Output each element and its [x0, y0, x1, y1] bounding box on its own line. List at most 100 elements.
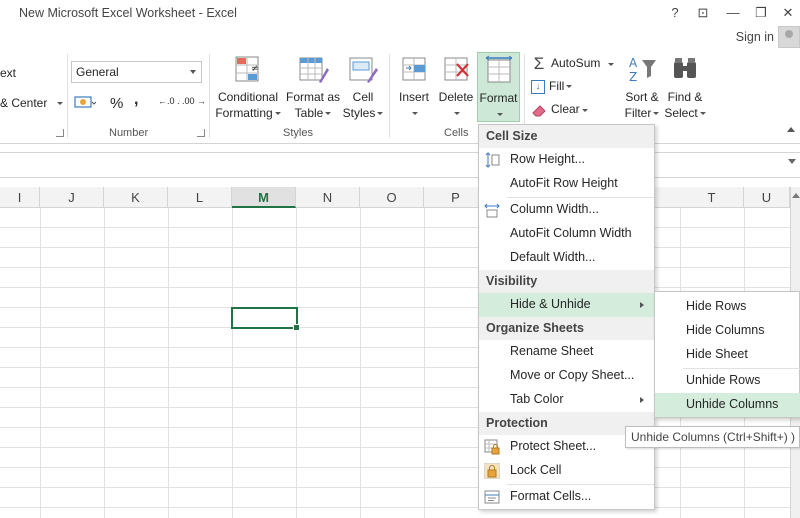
chevron-down-icon [56, 102, 63, 106]
tab-color-item[interactable]: Tab Color [479, 388, 654, 412]
gridline [296, 208, 297, 518]
autofit-row-height-item[interactable]: AutoFit Row Height [479, 172, 654, 196]
cell-styles-button[interactable]: Cell Styles [342, 54, 384, 121]
format-cells-item[interactable]: Format Cells... [479, 485, 654, 509]
active-cell[interactable] [231, 307, 300, 331]
hide-rows-item[interactable]: Hide Rows [655, 295, 800, 319]
clear-button[interactable]: Clear [531, 102, 588, 118]
chevron-down-icon [653, 112, 660, 116]
fill-button[interactable]: ↓ Fill [531, 79, 573, 94]
fill-down-icon: ↓ [531, 79, 545, 94]
hide-unhide-submenu: Hide Rows Hide Columns Hide Sheet Unhide… [654, 291, 800, 418]
chevron-down-icon [581, 108, 588, 112]
format-as-table-label-1: Format as [285, 90, 340, 104]
increase-decimal-button[interactable]: ←.0 .00 [158, 96, 180, 106]
gridline [40, 208, 41, 518]
sign-in-link[interactable]: Sign in [736, 30, 774, 44]
rename-sheet-item[interactable]: Rename Sheet [479, 340, 654, 364]
column-header[interactable]: L [168, 187, 232, 208]
svg-text:Z: Z [629, 70, 637, 84]
column-header-active[interactable]: M [232, 187, 296, 208]
lock-cell-label: Lock Cell [510, 463, 562, 477]
title-bar: New Microsoft Excel Worksheet - Excel ? … [0, 0, 800, 26]
sigma-icon: Σ [533, 54, 545, 73]
hide-unhide-item[interactable]: Hide & Unhide [479, 293, 654, 317]
cell-styles-icon [349, 57, 378, 83]
autofit-column-width-item[interactable]: AutoFit Column Width [479, 222, 654, 246]
column-header[interactable]: N [296, 187, 360, 208]
number-dialog-launcher-icon[interactable] [197, 129, 205, 137]
chevron-down-icon [608, 62, 615, 66]
format-as-table-icon [299, 57, 329, 83]
submenu-arrow-icon [640, 302, 644, 308]
insert-cells-button[interactable]: Insert [394, 54, 434, 121]
conditional-formatting-button[interactable]: ≠ Conditional Formatting [214, 54, 282, 121]
close-button[interactable]: ✕ [776, 3, 800, 23]
column-header[interactable]: T [680, 187, 744, 208]
column-header[interactable]: O [360, 187, 424, 208]
unhide-columns-item[interactable]: Unhide Columns [655, 393, 800, 417]
cell-styles-label-2: Styles [342, 106, 376, 120]
tab-color-label: Tab Color [510, 392, 564, 406]
gridline [168, 208, 169, 518]
expand-formula-bar-icon[interactable] [788, 159, 796, 164]
formula-bar[interactable] [0, 152, 800, 178]
hide-columns-item[interactable]: Hide Columns [655, 319, 800, 343]
percent-style-button[interactable]: % [110, 95, 123, 112]
avatar[interactable] [778, 26, 800, 48]
number-format-value: General [76, 65, 119, 79]
wrap-text-button[interactable]: ext [0, 66, 16, 80]
column-width-item[interactable]: Column Width... [479, 198, 654, 222]
unhide-rows-item[interactable]: Unhide Rows [655, 369, 800, 393]
hide-unhide-label: Hide & Unhide [510, 297, 591, 311]
insert-label: Insert [398, 90, 429, 104]
chevron-down-icon [412, 112, 418, 116]
format-cells-label: Format Cells... [510, 489, 592, 503]
chevron-down-icon [190, 70, 196, 74]
help-button[interactable]: ? [663, 3, 687, 23]
default-width-item[interactable]: Default Width... [479, 246, 654, 270]
merge-center-button[interactable]: & Center [0, 96, 63, 110]
column-header[interactable]: U [744, 187, 790, 208]
minimize-button[interactable]: — [721, 3, 745, 23]
maximize-button[interactable]: ❐ [749, 3, 773, 23]
styles-group-label: Styles [283, 127, 313, 139]
lock-cell-item[interactable]: Lock Cell [479, 459, 654, 483]
hide-sheet-item[interactable]: Hide Sheet [655, 343, 800, 367]
format-cells-icon [484, 490, 500, 504]
menu-section-cell-size: Cell Size [479, 125, 654, 148]
column-headers: I J K L M N O P T U [0, 187, 790, 208]
conditional-formatting-label-1: Conditional [217, 90, 279, 104]
chevron-down-icon [566, 85, 573, 89]
merge-center-label: & Center [0, 96, 48, 110]
move-copy-sheet-label: Move or Copy Sheet... [510, 368, 635, 382]
format-icon [485, 55, 512, 83]
collapse-ribbon-button[interactable] [787, 124, 795, 134]
delete-cells-icon [444, 57, 469, 81]
svg-text:A: A [629, 56, 638, 70]
cell-styles-label-1: Cell [352, 90, 374, 104]
find-select-label-2: Select [664, 106, 698, 120]
accounting-format-button[interactable] [74, 94, 97, 115]
find-select-button[interactable]: Find & Select [664, 54, 706, 121]
delete-cells-button[interactable]: Delete [436, 54, 476, 121]
scroll-up-icon[interactable] [792, 193, 800, 198]
protect-sheet-label: Protect Sheet... [510, 439, 597, 453]
move-copy-sheet-item[interactable]: Move or Copy Sheet... [479, 364, 654, 388]
number-format-select[interactable]: General [71, 61, 202, 83]
autosum-button[interactable]: Σ AutoSum [531, 54, 615, 73]
column-header[interactable]: J [40, 187, 104, 208]
ribbon-display-options-button[interactable]: ⊡ [691, 3, 715, 23]
format-as-table-button[interactable]: Format as Table [284, 54, 342, 121]
alignment-dialog-launcher-icon[interactable] [56, 129, 64, 137]
sort-filter-button[interactable]: A Z Sort & Filter [622, 54, 662, 121]
clear-label: Clear [551, 102, 580, 117]
column-header[interactable]: K [104, 187, 168, 208]
chevron-down-icon [496, 113, 503, 117]
format-cells-button[interactable]: Format [477, 52, 520, 122]
row-height-item[interactable]: Row Height... [479, 148, 654, 172]
sort-filter-icon: A Z [629, 56, 656, 84]
comma-style-button[interactable]: , [134, 91, 138, 109]
decrease-decimal-button[interactable]: .00 →.0 [182, 96, 204, 106]
column-header[interactable]: I [0, 187, 40, 208]
